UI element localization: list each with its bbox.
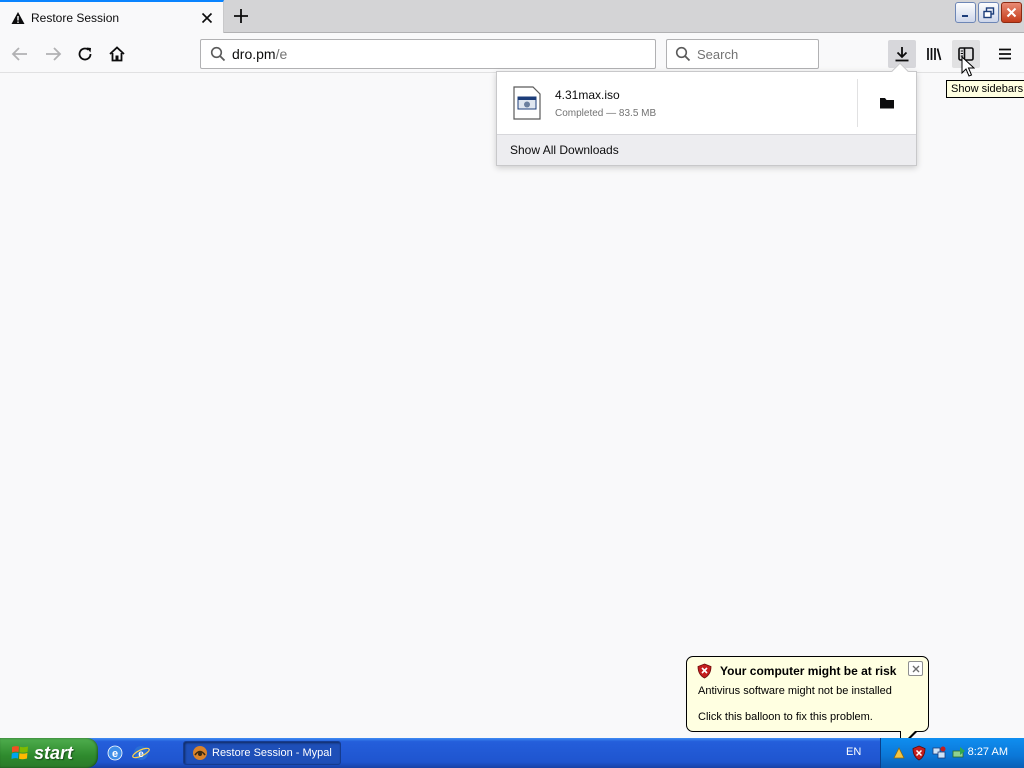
tooltip: Show sidebars bbox=[946, 80, 1024, 98]
search-icon bbox=[210, 46, 226, 62]
balloon-instruction: Click this balloon to fix this problem. bbox=[698, 711, 873, 723]
language-indicator[interactable]: EN bbox=[846, 746, 861, 758]
quick-launch-ie-icon[interactable]: e bbox=[104, 742, 126, 764]
tab-close-icon[interactable] bbox=[197, 8, 217, 28]
taskbar-button-label: Restore Session - Mypal bbox=[212, 747, 332, 759]
tray-update-icon[interactable] bbox=[891, 745, 907, 761]
url-text: dro.pm/e bbox=[232, 46, 287, 62]
restore-button[interactable] bbox=[978, 2, 999, 23]
folder-icon bbox=[880, 98, 894, 109]
downloads-panel: 4.31max.iso Completed — 83.5 MB Show All… bbox=[496, 62, 917, 166]
close-icon bbox=[912, 665, 919, 672]
security-shield-icon bbox=[697, 663, 712, 679]
tab-title: Restore Session bbox=[31, 10, 120, 25]
download-status: Completed — 83.5 MB bbox=[555, 107, 657, 119]
url-host: dro.pm bbox=[232, 46, 276, 62]
mouse-cursor-icon bbox=[961, 56, 975, 77]
balloon-title: Your computer might be at risk bbox=[720, 664, 897, 678]
minimize-icon bbox=[961, 14, 968, 17]
start-label: start bbox=[34, 742, 74, 763]
tab-restore-session[interactable]: Restore Session bbox=[0, 0, 224, 33]
download-filename: 4.31max.iso bbox=[555, 87, 620, 102]
navigation-toolbar: dro.pm/e bbox=[0, 34, 1024, 77]
tray-network-icon[interactable] bbox=[931, 745, 947, 761]
window-controls bbox=[955, 2, 1022, 23]
library-icon bbox=[927, 48, 942, 61]
close-icon bbox=[1006, 7, 1017, 18]
security-shield-icon[interactable] bbox=[911, 745, 927, 761]
security-balloon[interactable]: Your computer might be at risk Antivirus… bbox=[686, 656, 929, 749]
disc-image-file-icon bbox=[513, 86, 541, 120]
url-bar[interactable]: dro.pm/e bbox=[200, 39, 656, 69]
taskbar: start e e Restore Session - Mypal EN 8:2… bbox=[0, 738, 1024, 768]
restore-icon bbox=[982, 6, 994, 18]
search-input[interactable] bbox=[697, 46, 807, 62]
reload-icon bbox=[78, 47, 92, 61]
hamburger-menu-icon bbox=[999, 48, 1011, 60]
minimize-button[interactable] bbox=[955, 2, 976, 23]
back-arrow-icon bbox=[11, 47, 27, 61]
balloon-close-button[interactable] bbox=[908, 661, 923, 676]
svg-text:e: e bbox=[112, 748, 118, 760]
clock: 8:27 AM bbox=[967, 746, 1008, 758]
search-bar[interactable] bbox=[666, 39, 819, 69]
plus-icon bbox=[234, 9, 248, 23]
forward-arrow-icon bbox=[46, 47, 62, 61]
download-item[interactable]: 4.31max.iso Completed — 83.5 MB bbox=[497, 72, 916, 134]
back-button[interactable] bbox=[6, 40, 34, 68]
new-tab-button[interactable] bbox=[228, 4, 254, 28]
warning-icon bbox=[10, 10, 26, 26]
quick-launch-browser-icon[interactable]: e bbox=[130, 742, 152, 764]
quick-launch: e e bbox=[104, 742, 152, 764]
download-meta: 4.31max.iso Completed — 83.5 MB bbox=[555, 88, 857, 119]
start-button[interactable]: start bbox=[0, 738, 98, 768]
close-window-button[interactable] bbox=[1001, 2, 1022, 23]
svg-text:e: e bbox=[138, 749, 144, 760]
taskbar-button-mypal[interactable]: Restore Session - Mypal bbox=[183, 741, 341, 765]
tray-safely-remove-icon[interactable] bbox=[951, 745, 967, 761]
system-tray: 8:27 AM bbox=[880, 738, 1024, 768]
forward-button[interactable] bbox=[39, 40, 67, 68]
show-all-downloads-button[interactable]: Show All Downloads bbox=[497, 134, 916, 165]
reload-button[interactable] bbox=[71, 40, 99, 68]
library-button[interactable] bbox=[920, 40, 948, 68]
balloon-header: Your computer might be at risk bbox=[697, 663, 896, 679]
menu-button[interactable] bbox=[991, 40, 1019, 68]
home-button[interactable] bbox=[103, 40, 131, 68]
search-icon bbox=[675, 46, 691, 62]
download-icon bbox=[895, 47, 909, 62]
balloon-message: Antivirus software might not be installe… bbox=[698, 685, 892, 697]
home-icon bbox=[109, 46, 125, 62]
windows-logo-icon bbox=[11, 746, 28, 760]
tab-strip: Restore Session bbox=[0, 0, 1024, 33]
url-path: /e bbox=[275, 46, 288, 62]
open-folder-button[interactable] bbox=[858, 79, 916, 127]
mypal-app-icon bbox=[193, 746, 207, 760]
